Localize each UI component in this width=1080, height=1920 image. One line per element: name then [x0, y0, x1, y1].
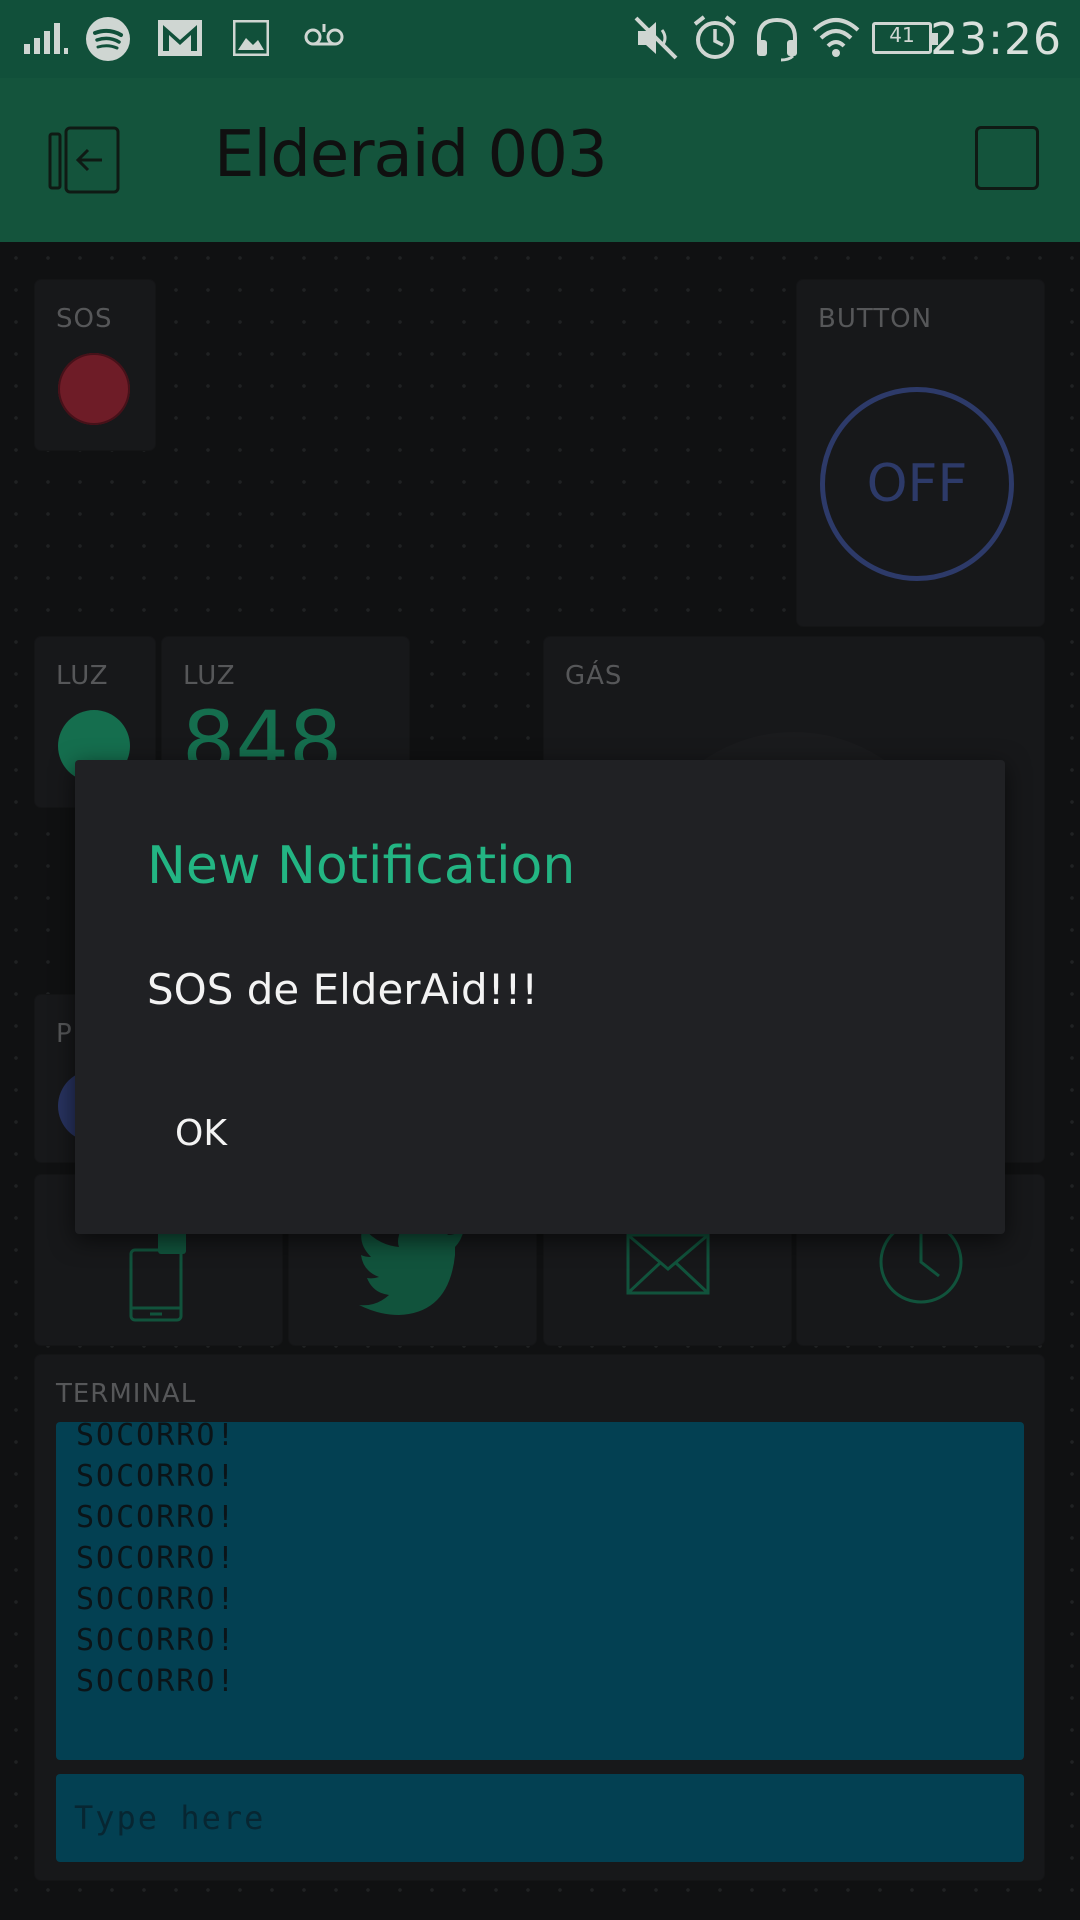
voicemail-icon [304, 24, 344, 46]
dialog-title: New Notification [147, 836, 576, 896]
square-icon[interactable] [975, 126, 1039, 190]
notification-dialog: New Notification SOS de ElderAid!!! OK [75, 760, 1005, 1234]
exit-icon[interactable] [48, 126, 122, 196]
ok-button[interactable]: OK [175, 1113, 227, 1154]
battery-level: 41 [889, 23, 915, 47]
headset-icon [757, 17, 797, 62]
app-bar: Elderaid 003 [0, 78, 1080, 242]
app-title: Elderaid 003 [214, 118, 608, 192]
status-bar: 41 23:26 [0, 0, 1080, 78]
wifi-icon [812, 18, 860, 57]
dialog-message: SOS de ElderAid!!! [147, 965, 539, 1014]
status-time: 23:26 [930, 14, 1062, 65]
battery-icon: 41 [872, 22, 938, 54]
gmail-icon [158, 20, 202, 56]
signal-icon [24, 23, 68, 54]
spotify-icon [86, 17, 130, 61]
alarm-icon [693, 15, 737, 59]
mute-icon [634, 16, 678, 60]
gallery-icon [233, 20, 269, 56]
